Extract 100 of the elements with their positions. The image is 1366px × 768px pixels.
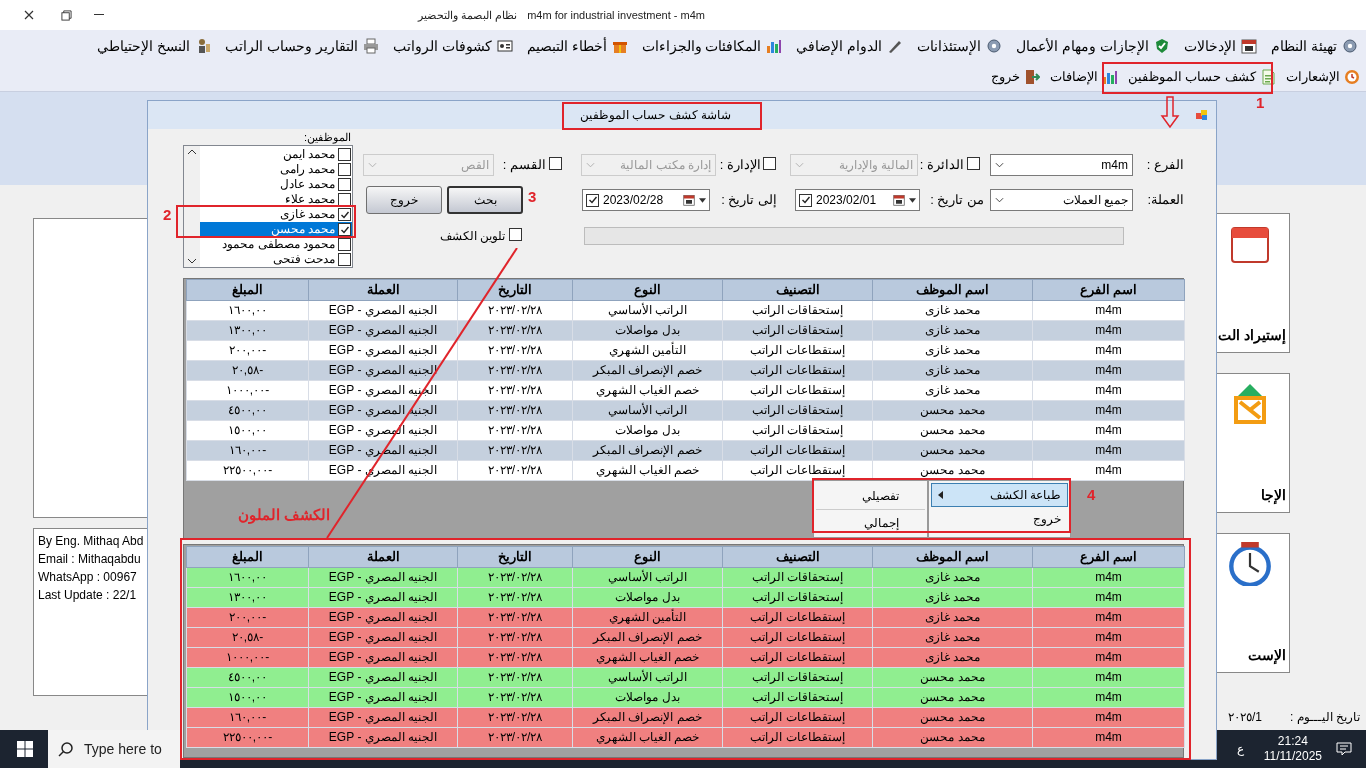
- column-header[interactable]: اسم الموظف: [872, 279, 1033, 300]
- table-cell: الجنيه المصري - EGP: [308, 667, 458, 687]
- checkbox[interactable]: [338, 223, 351, 236]
- checkbox[interactable]: [338, 238, 351, 251]
- calendar-icon: [1241, 38, 1258, 54]
- restore-icon[interactable]: [61, 9, 72, 21]
- checkbox[interactable]: [338, 178, 351, 191]
- list-item[interactable]: مدحت فتحى: [200, 252, 352, 267]
- menu-item[interactable]: الإشعارات: [1284, 66, 1362, 87]
- list-item[interactable]: محمد عادل: [200, 177, 352, 192]
- table-cell: التأمين الشهري: [572, 340, 723, 360]
- menu-item[interactable]: طباعة الكشف: [931, 483, 1068, 507]
- list-item[interactable]: محمد غازى: [200, 207, 352, 222]
- scroll-down-icon[interactable]: [188, 259, 196, 264]
- table-cell: التأمين الشهري: [572, 607, 723, 627]
- menu-item[interactable]: تهيئة النظام: [1267, 35, 1362, 57]
- table-cell: ٢٠٢٣/٠٢/٢٨: [457, 380, 573, 400]
- menu-item[interactable]: أخطاء التبصيم: [522, 35, 632, 57]
- checkbox[interactable]: [967, 157, 980, 170]
- table-cell: m4m: [1032, 647, 1185, 667]
- checkbox[interactable]: [586, 193, 599, 207]
- column-header[interactable]: التاريخ: [457, 279, 573, 300]
- menu-item[interactable]: المكافئات والجزاءات: [637, 35, 787, 57]
- windows-logo-icon[interactable]: [17, 741, 33, 757]
- annotation-label: 3: [528, 187, 537, 207]
- checkbox[interactable]: [338, 208, 351, 221]
- table-cell: ٤٥٠٠,٠٠: [186, 667, 309, 687]
- column-header[interactable]: المبلغ: [186, 546, 309, 567]
- tile-label: الإست: [1247, 646, 1287, 666]
- table-cell: إستحقاقات الراتب: [722, 587, 873, 607]
- search-field[interactable]: Type here to: [48, 730, 180, 768]
- tile-label: الإجا: [1260, 486, 1287, 506]
- column-header[interactable]: اسم الموظف: [872, 546, 1033, 567]
- table-cell: ٢٠٢٣/٠٢/٢٨: [457, 440, 573, 460]
- menu-item[interactable]: كشف حساب الموظفين: [1125, 66, 1278, 87]
- column-header[interactable]: التاريخ: [457, 546, 573, 567]
- list-item[interactable]: محمود مصطفى محمود: [200, 237, 352, 252]
- checkbox[interactable]: [338, 163, 351, 176]
- clock-icon: [1344, 68, 1360, 85]
- pen-icon: [887, 38, 904, 54]
- close-icon[interactable]: [24, 10, 34, 20]
- clock-icon: [1228, 542, 1272, 586]
- language-indicator[interactable]: ع: [1236, 740, 1244, 758]
- table-cell: الجنيه المصري - EGP: [308, 567, 458, 587]
- notification-icon[interactable]: [1336, 741, 1352, 757]
- table-cell: -١٦٠,٠٠: [186, 707, 309, 727]
- checkbox[interactable]: [799, 193, 812, 207]
- menu-item[interactable]: الإدخالات: [1180, 35, 1262, 57]
- table-cell: إستقطاعات الراتب: [722, 360, 873, 380]
- checkbox[interactable]: [549, 157, 562, 170]
- menu-item[interactable]: الإجازات ومهام الأعمال: [1012, 35, 1175, 57]
- menu-item[interactable]: الإستئذانات: [913, 35, 1007, 57]
- table-cell: إستحقاقات الراتب: [722, 567, 873, 587]
- dropdown-field[interactable]: m4m: [990, 154, 1133, 176]
- date-field[interactable]: 2023/02/28: [582, 189, 710, 211]
- column-header[interactable]: العملة: [308, 546, 458, 567]
- scrollbar[interactable]: [184, 146, 200, 267]
- menu-item[interactable]: النسخ الإحتياطي: [93, 35, 215, 57]
- column-header[interactable]: التصنيف: [722, 546, 873, 567]
- column-header[interactable]: التصنيف: [722, 279, 873, 300]
- menu-item[interactable]: تفصيلي: [816, 483, 925, 509]
- table-cell: محمد محسن: [872, 687, 1033, 707]
- date-field[interactable]: 2023/02/01: [795, 189, 920, 211]
- menu-item[interactable]: إجمالي: [816, 509, 925, 535]
- column-header[interactable]: النوع: [572, 546, 723, 567]
- table-cell: -١٠٠٠,٠٠: [186, 380, 309, 400]
- column-header[interactable]: اسم الفرع: [1032, 546, 1185, 567]
- scroll-up-icon[interactable]: [188, 149, 196, 154]
- checkbox[interactable]: [338, 148, 351, 161]
- column-header[interactable]: اسم الفرع: [1032, 279, 1185, 300]
- list-item[interactable]: محمد ايمن: [200, 147, 352, 162]
- checkbox[interactable]: [338, 253, 351, 266]
- menu-item[interactable]: التقارير وحساب الراتب: [221, 35, 383, 57]
- exit-button[interactable]: خروج: [366, 186, 442, 214]
- checkbox[interactable]: [509, 228, 522, 241]
- table-cell: ٢٠٢٣/٠٢/٢٨: [457, 587, 573, 607]
- dropdown-field[interactable]: جميع العملات: [990, 189, 1133, 211]
- list-item[interactable]: محمد رامى: [200, 162, 352, 177]
- menu-item[interactable]: خروج: [931, 507, 1068, 531]
- column-header[interactable]: النوع: [572, 279, 723, 300]
- column-header[interactable]: المبلغ: [186, 279, 309, 300]
- menu-item[interactable]: كشوفات الرواتب: [388, 35, 517, 57]
- chevron-icon: [586, 162, 595, 168]
- column-header[interactable]: العملة: [308, 279, 458, 300]
- table-cell: محمد غازى: [872, 360, 1033, 380]
- list-item[interactable]: محمد علاء: [200, 192, 352, 207]
- table-cell: m4m: [1032, 607, 1185, 627]
- menu-item[interactable]: خروج: [988, 66, 1042, 87]
- bar-chart-icon: [1101, 68, 1118, 85]
- minimize-icon[interactable]: [94, 14, 104, 16]
- menu-item[interactable]: الإضافات: [1047, 66, 1120, 87]
- caret-icon: [909, 197, 916, 203]
- printer-icon: [362, 38, 379, 54]
- table-cell: إستقطاعات الراتب: [722, 647, 873, 667]
- search-button[interactable]: بحث: [447, 186, 523, 214]
- table-cell: m4m: [1032, 587, 1185, 607]
- menu-item[interactable]: الدوام الإضافي: [792, 35, 908, 57]
- field-label: الفرع :: [1145, 156, 1184, 175]
- checkbox[interactable]: [763, 157, 776, 170]
- table-cell: خصم الإنصراف المبكر: [572, 440, 723, 460]
